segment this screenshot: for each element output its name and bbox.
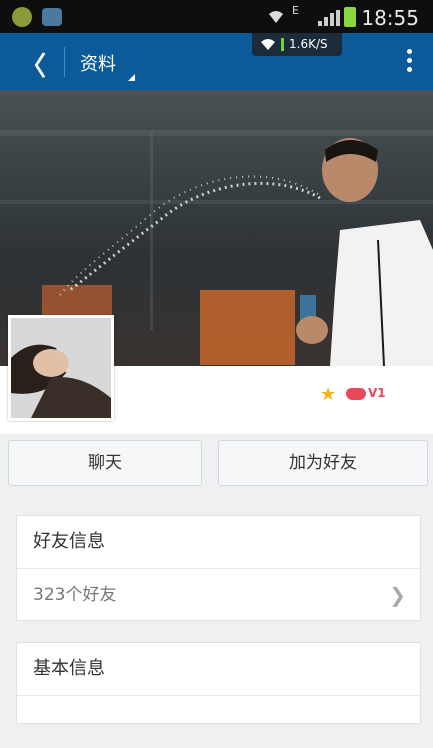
chevron-right-icon: ❯ (389, 583, 406, 607)
add-friend-button[interactable]: 加为好友 (218, 440, 428, 486)
wifi-icon (269, 11, 283, 23)
wifi-icon (261, 39, 275, 50)
overflow-dot-icon (407, 58, 412, 63)
net-speed-label: 1.6K/S (289, 37, 328, 51)
star-icon: ★ (320, 384, 337, 405)
overflow-menu-button[interactable] (407, 49, 413, 75)
basic-info-row[interactable] (17, 695, 420, 748)
back-button[interactable]: 〈 (20, 46, 46, 83)
vip-level-badge[interactable]: V1 (368, 386, 386, 400)
basic-info-card: 基本信息 (16, 642, 421, 724)
friends-info-card: 好友信息 323个好友 ❯ (16, 515, 421, 621)
battery-icon (344, 7, 356, 27)
basic-info-title: 基本信息 (33, 658, 105, 679)
overflow-dot-icon (407, 67, 412, 72)
network-type-label: E (292, 4, 299, 17)
app-bar: 〈 资料 (0, 33, 433, 90)
avatar-image (11, 318, 111, 418)
friends-info-title: 好友信息 (33, 531, 105, 552)
status-bar: E 18:55 (0, 0, 433, 33)
chat-button[interactable]: 聊天 (8, 440, 202, 486)
vip-lips-icon (346, 388, 366, 400)
overflow-dot-icon (407, 49, 412, 54)
page-title[interactable]: 资料 (80, 50, 116, 76)
speed-bar (281, 38, 284, 51)
app-notification-icon (12, 7, 32, 27)
net-speed-indicator: 1.6K/S (252, 33, 342, 56)
avatar[interactable] (8, 315, 114, 421)
clock: 18:55 (361, 6, 419, 30)
friends-count-label: 323个好友 (33, 585, 117, 605)
appbar-divider (64, 47, 65, 77)
signal-icon (318, 10, 340, 26)
friends-count-row[interactable]: 323个好友 ❯ (17, 568, 420, 621)
title-dropdown-icon (128, 74, 135, 81)
cloud-notification-icon (42, 8, 62, 26)
